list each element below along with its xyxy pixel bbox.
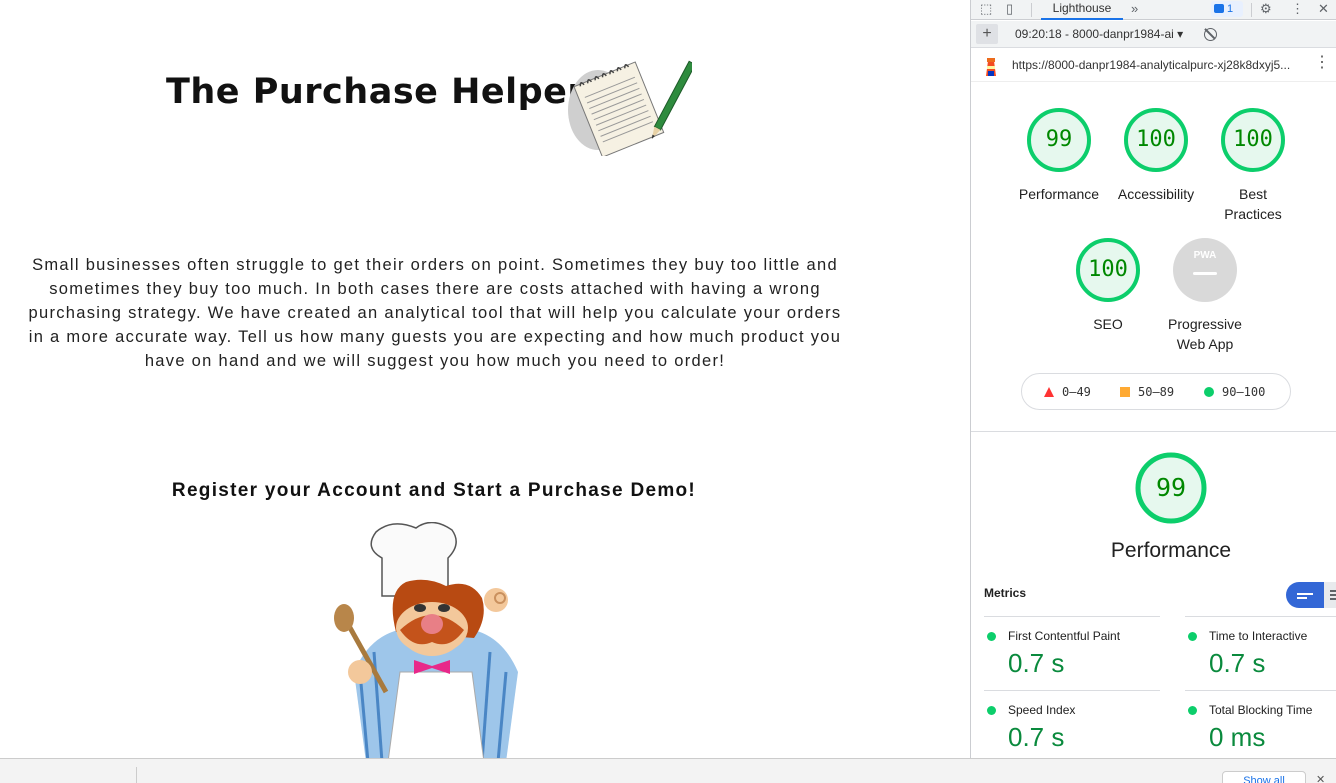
gauge-label: Performance	[1018, 186, 1100, 202]
gauge-best-practices[interactable]: 100 Best Practices	[1208, 108, 1298, 224]
metrics-view-toggle[interactable]	[1286, 582, 1336, 608]
pass-circle-icon	[987, 706, 996, 715]
chef-illustration	[334, 522, 518, 758]
pass-circle-icon	[987, 632, 996, 641]
metrics-heading: Metrics	[984, 586, 1027, 600]
metric-value: 0.7 s	[1008, 648, 1065, 678]
report-menu-icon[interactable]: ⋮	[1314, 55, 1330, 71]
toolbar-separator	[1251, 3, 1252, 17]
metric-value: 0.7 s	[1209, 648, 1266, 678]
new-report-button[interactable]: +	[976, 24, 998, 44]
gauge-accessibility[interactable]: 100 Accessibility	[1111, 108, 1201, 204]
metric-value: 0 ms	[1209, 722, 1266, 752]
legend-item-pass: 90–100	[1204, 385, 1265, 399]
pwa-badge-icon: PWA	[1193, 250, 1217, 261]
metric-label: First Contentful Paint	[1008, 629, 1121, 643]
gauge-score: 100	[1136, 127, 1176, 152]
close-download-bar-icon[interactable]: ✕	[1316, 773, 1325, 783]
intro-paragraph: Small businesses often struggle to get t…	[28, 256, 842, 370]
gauge-label: Progressive Web App	[1168, 316, 1242, 352]
gauge-score: 100	[1233, 127, 1273, 152]
expanded-view-icon[interactable]	[1324, 582, 1336, 608]
register-cta-heading: Register your Account and Start a Purcha…	[171, 480, 697, 501]
download-bar-separator	[136, 767, 137, 783]
metric-value: 0.7 s	[1008, 722, 1065, 752]
report-url-bar: https://8000-danpr1984-analyticalpurc-xj…	[971, 49, 1336, 82]
gauge-label: Accessibility	[1117, 186, 1195, 202]
gauge-score: 99	[1045, 127, 1073, 152]
devtools-toolbar: ⬚ ▯ Lighthouse » 1 ⚙ ⋮ ✕	[971, 0, 1336, 20]
metric-label: Speed Index	[1008, 703, 1076, 717]
report-select-value: 09:20:18 - 8000-danpr1984-ai	[1015, 27, 1174, 41]
inspect-element-icon[interactable]: ⬚	[980, 1, 992, 17]
metric-label: Time to Interactive	[1209, 629, 1308, 643]
gauge-performance[interactable]: 99 Performance	[1014, 108, 1104, 204]
issues-count: 1	[1227, 3, 1234, 15]
performance-title: Performance	[1110, 539, 1232, 562]
message-icon	[1214, 4, 1224, 13]
web-page: The Purchase Helper Small businesses oft…	[0, 0, 970, 758]
pass-circle-icon	[1188, 632, 1197, 641]
issues-badge[interactable]: 1	[1211, 1, 1243, 17]
average-square-icon	[1120, 387, 1130, 397]
site-title: The Purchase Helper	[166, 72, 586, 112]
gauge-pwa[interactable]: PWA Progressive Web App	[1160, 238, 1250, 354]
more-options-icon[interactable]: ⋮	[1291, 1, 1304, 17]
device-toggle-icon[interactable]: ▯	[1006, 1, 1013, 17]
clear-reports-icon[interactable]	[1204, 28, 1217, 41]
metric-label: Total Blocking Time	[1209, 703, 1313, 717]
fail-triangle-icon	[1044, 387, 1054, 397]
section-divider	[971, 431, 1336, 432]
gauge-seo[interactable]: 100 SEO	[1063, 238, 1153, 334]
performance-score: 99	[1155, 473, 1187, 502]
devtools-panel: ⬚ ▯ Lighthouse » 1 ⚙ ⋮ ✕ + 09:20:18 - 80…	[970, 0, 1336, 758]
lighthouse-toolbar: + 09:20:18 - 8000-danpr1984-ai ▾	[971, 21, 1336, 48]
compact-view-icon[interactable]	[1286, 582, 1324, 608]
notepad-illustration	[568, 60, 692, 156]
lighthouse-logo-icon	[986, 58, 996, 76]
legend-item-average: 50–89	[1120, 385, 1174, 399]
report-url[interactable]: https://8000-danpr1984-analyticalpurc-xj…	[1012, 58, 1310, 72]
gauge-label: Best Practices	[1224, 186, 1282, 222]
score-scale-legend: 0–49 50–89 90–100	[1021, 373, 1291, 410]
pass-circle-icon	[1188, 706, 1197, 715]
report-select[interactable]: 09:20:18 - 8000-danpr1984-ai ▾	[1015, 27, 1185, 41]
tab-lighthouse[interactable]: Lighthouse	[1041, 0, 1123, 20]
show-all-button[interactable]: Show all	[1222, 771, 1306, 783]
pass-circle-icon	[1204, 387, 1214, 397]
legend-item-fail: 0–49	[1044, 385, 1091, 399]
settings-gear-icon[interactable]: ⚙	[1260, 1, 1272, 17]
close-devtools-icon[interactable]: ✕	[1318, 1, 1329, 17]
gauge-label: SEO	[1093, 316, 1123, 332]
download-bar: Show all ✕	[0, 758, 1336, 783]
toolbar-separator	[1031, 3, 1032, 17]
gauge-score: 100	[1088, 257, 1128, 282]
performance-gauge-large: 99	[1135, 452, 1207, 524]
more-tabs-chevron-icon[interactable]: »	[1131, 1, 1138, 17]
